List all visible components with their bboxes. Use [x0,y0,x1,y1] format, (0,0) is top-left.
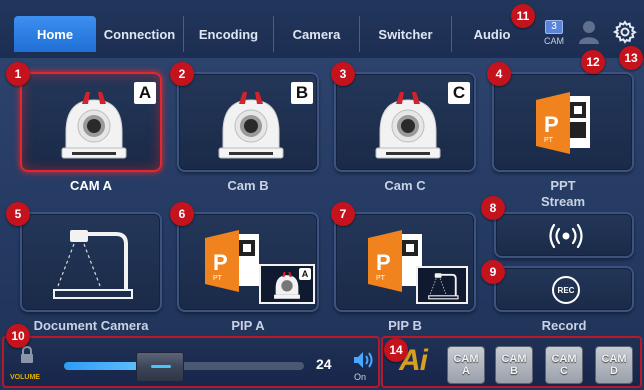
pip-inset-frame [416,266,468,304]
pip-inset-frame: A [259,264,315,304]
tab-home[interactable]: Home [14,16,96,52]
ptz-camera-icon [274,272,300,299]
cam-switch-a-line2: A [462,365,470,377]
tab-encoding[interactable]: Encoding [184,16,274,52]
record-button[interactable]: REC [494,266,634,312]
volume-panel: VOLUME 24 On [2,336,380,388]
svg-text:P: P [544,112,559,137]
callout-badge-14: 14 [384,338,408,362]
callout-badge-11: 11 [511,4,535,28]
ptz-camera-icon [218,92,284,159]
cam-switch-c[interactable]: CAM C [545,346,583,384]
cam-b-label: Cam B [227,178,269,193]
callout-badge-12: 12 [581,50,605,74]
pip-a-tile[interactable]: P PT A [177,212,319,312]
cam-c-letter: C [448,82,470,104]
callout-badge-8: 8 [481,196,505,220]
ppt-stream-tile[interactable]: P PT [492,72,634,172]
cam-c-tile[interactable]: C [334,72,476,172]
pip-a-letter: A [299,268,311,280]
ptz-camera-icon [61,92,127,159]
tab-connection[interactable]: Connection [96,16,184,52]
user-icon[interactable] [578,20,600,44]
cam-switch-a-line1: CAM [453,353,479,365]
callout-badge-6: 6 [170,202,194,226]
rec-icon: REC [552,276,580,304]
ppt-label-line2: Stream [540,194,586,209]
svg-text:P: P [376,250,391,275]
app-window: Home Connection Encoding Camera Switcher… [0,0,644,390]
callout-badge-3: 3 [331,62,355,86]
volume-value: 24 [316,356,332,372]
document-camera-tile[interactable] [20,212,162,312]
document-camera-label: Document Camera [33,318,149,333]
lock-icon[interactable] [20,346,34,364]
pip-b-label: PIP B [388,318,422,333]
svg-text:PT: PT [544,137,554,144]
cam-c-label: Cam C [384,178,426,193]
top-nav-bar: Home Connection Encoding Camera Switcher… [0,0,644,58]
svg-text:PT: PT [376,275,386,282]
callout-badge-5: 5 [6,202,30,226]
camera-count-value: 3 [545,20,563,34]
cam-a-label: CAM A [69,178,113,193]
broadcast-icon [549,223,583,249]
callout-badge-13: 13 [619,46,643,70]
volume-slider-thumb[interactable] [136,352,184,382]
cam-switch-b-line2: B [510,365,518,377]
svg-text:P: P [213,250,228,275]
cam-a-letter: A [134,82,156,104]
cam-switch-d-line2: D [610,365,618,377]
callout-badge-7: 7 [331,202,355,226]
powerpoint-icon: P PT [536,92,590,154]
camera-count-label: CAM [544,36,564,46]
powerpoint-icon: P PT [205,230,259,292]
nav-tabs: Home Connection Encoding Camera Switcher… [14,16,532,52]
cam-b-tile[interactable]: B [177,72,319,172]
speaker-state: On [354,372,367,382]
callout-badge-2: 2 [170,62,194,86]
cam-switch-c-line1: CAM [551,353,577,365]
ptz-camera-icon [375,92,441,159]
pip-a-label: PIP A [231,318,265,333]
svg-text:PT: PT [213,275,223,282]
callout-badge-9: 9 [481,260,505,284]
cam-switch-a[interactable]: CAM A [447,346,485,384]
cam-switch-d-line1: CAM [601,353,627,365]
pip-b-tile[interactable]: P PT [334,212,476,312]
callout-badge-1: 1 [6,62,30,86]
cam-switch-b-line1: CAM [501,353,527,365]
callout-badge-4: 4 [487,62,511,86]
document-camera-icon [428,273,459,300]
volume-slider-track[interactable] [64,362,304,370]
cam-switch-c-line2: C [560,365,568,377]
camera-switch-panel: Ai CAM A CAM B CAM C CAM D [381,336,642,388]
camera-count-indicator[interactable]: 3 CAM [540,20,568,50]
stream-button[interactable] [494,212,634,258]
document-camera-icon [53,230,133,299]
record-label: Record [541,318,587,333]
tab-camera[interactable]: Camera [274,16,360,52]
gear-icon[interactable] [613,20,637,44]
cam-switch-b[interactable]: CAM B [495,346,533,384]
callout-badge-10: 10 [6,324,30,348]
cam-a-tile[interactable]: A [20,72,162,172]
volume-caption: VOLUME [10,374,40,381]
ppt-label-line1: PPT [550,178,576,193]
tab-switcher[interactable]: Switcher [360,16,452,52]
cam-b-letter: B [291,82,313,104]
cam-switch-d[interactable]: CAM D [595,346,633,384]
speaker-icon[interactable] [352,350,374,370]
